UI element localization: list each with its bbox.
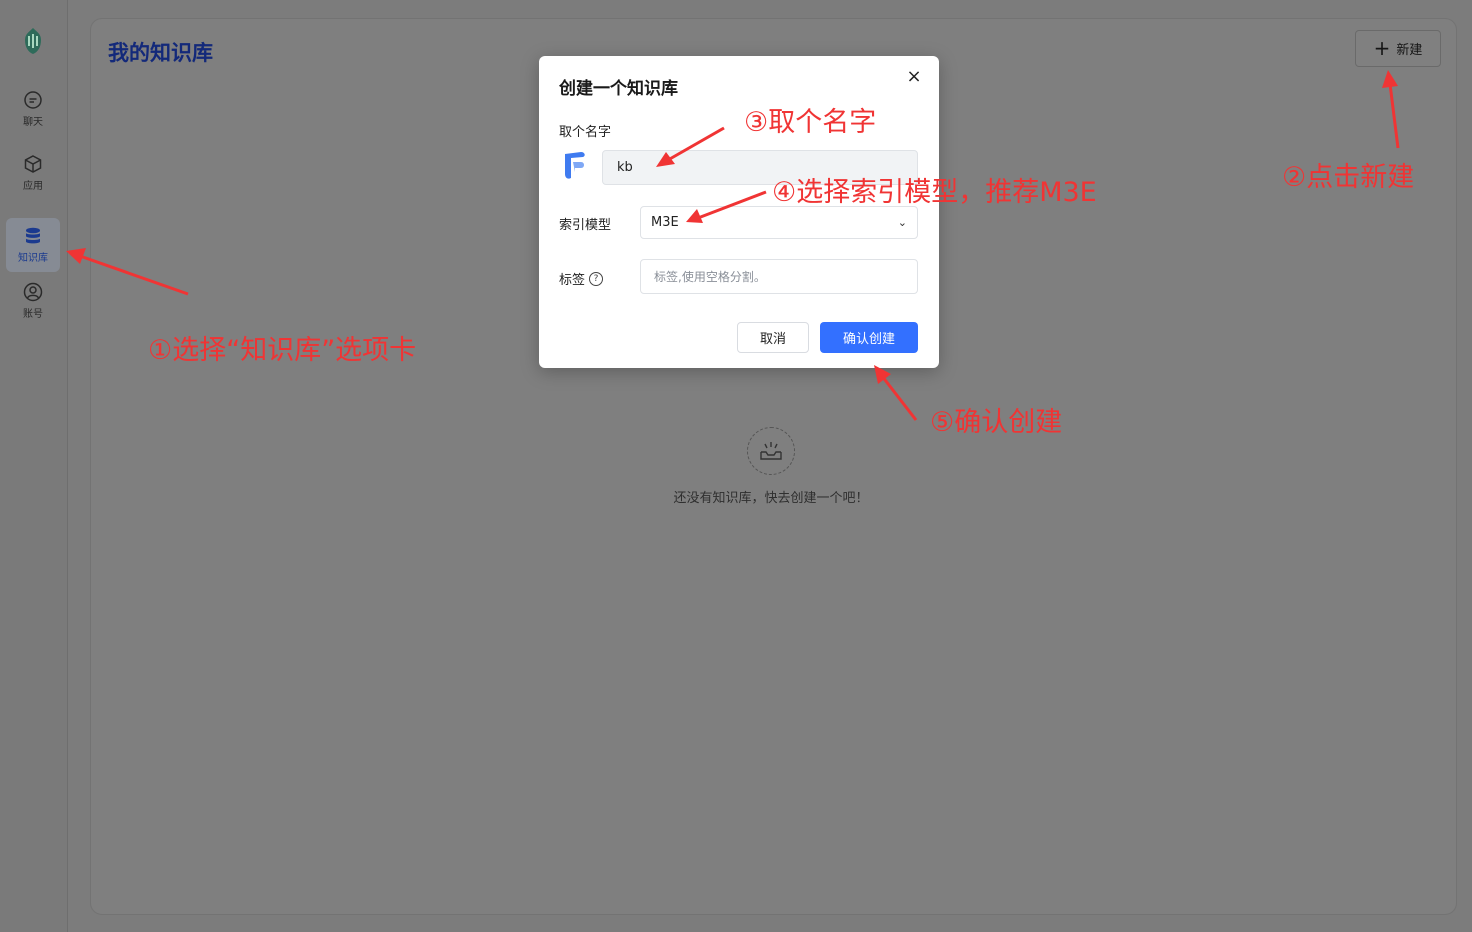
annotation-step1: ①选择“知识库”选项卡 xyxy=(148,335,417,366)
model-label: 索引模型 xyxy=(559,218,612,233)
plus-icon: + xyxy=(1373,35,1391,60)
create-knowledge-base-dialog: 创建一个知识库 × 取个名字 索引模型 M3E ⌄ 标签 ? 取消 确认创建 xyxy=(539,56,939,368)
confirm-create-button[interactable]: 确认创建 xyxy=(820,322,918,353)
sidebar-item-label: 知识库 xyxy=(18,253,48,264)
tags-label-group: 标签 ? xyxy=(559,269,604,288)
annotation-step3: ③取个名字 xyxy=(744,107,877,138)
empty-box-icon xyxy=(747,427,795,475)
sidebar-item-knowledge-base[interactable]: 知识库 xyxy=(6,218,60,272)
close-icon[interactable]: × xyxy=(905,68,923,86)
sidebar-item-label: 聊天 xyxy=(23,117,43,128)
sidebar-item-chat[interactable]: 聊天 xyxy=(6,82,60,136)
dialog-title: 创建一个知识库 xyxy=(559,79,678,99)
database-icon xyxy=(26,227,40,244)
sidebar: 聊天 应用 知识库 账号 xyxy=(0,0,68,932)
sidebar-item-account[interactable]: 账号 xyxy=(6,274,60,328)
cancel-button[interactable]: 取消 xyxy=(737,322,809,353)
annotation-step2: ②点击新建 xyxy=(1282,162,1415,193)
selected-model: M3E xyxy=(651,215,679,230)
avatar-logo-icon[interactable] xyxy=(561,150,589,182)
app-logo-icon[interactable] xyxy=(20,26,46,56)
index-model-select[interactable]: M3E ⌄ xyxy=(640,206,918,239)
sidebar-item-label: 应用 xyxy=(23,181,43,192)
help-icon[interactable]: ? xyxy=(589,271,604,286)
chevron-down-icon: ⌄ xyxy=(897,216,907,229)
cube-icon xyxy=(24,155,42,173)
user-icon xyxy=(23,282,43,302)
tags-input[interactable] xyxy=(640,259,918,294)
name-label: 取个名字 xyxy=(559,125,612,140)
new-button-label: 新建 xyxy=(1396,43,1423,58)
sidebar-item-apps[interactable]: 应用 xyxy=(6,146,60,200)
sidebar-item-label: 账号 xyxy=(23,309,43,320)
new-button[interactable]: + 新建 xyxy=(1355,30,1441,67)
page-title: 我的知识库 xyxy=(108,41,213,65)
annotation-step4: ④选择索引模型，推荐M3E xyxy=(772,177,1097,208)
chat-icon xyxy=(24,91,42,109)
tags-label: 标签 xyxy=(559,273,586,288)
empty-state-text: 还没有知识库，快去创建一个吧！ xyxy=(673,491,869,506)
empty-state: 还没有知识库，快去创建一个吧！ xyxy=(651,427,891,506)
annotation-step5: ⑤确认创建 xyxy=(930,407,1063,438)
